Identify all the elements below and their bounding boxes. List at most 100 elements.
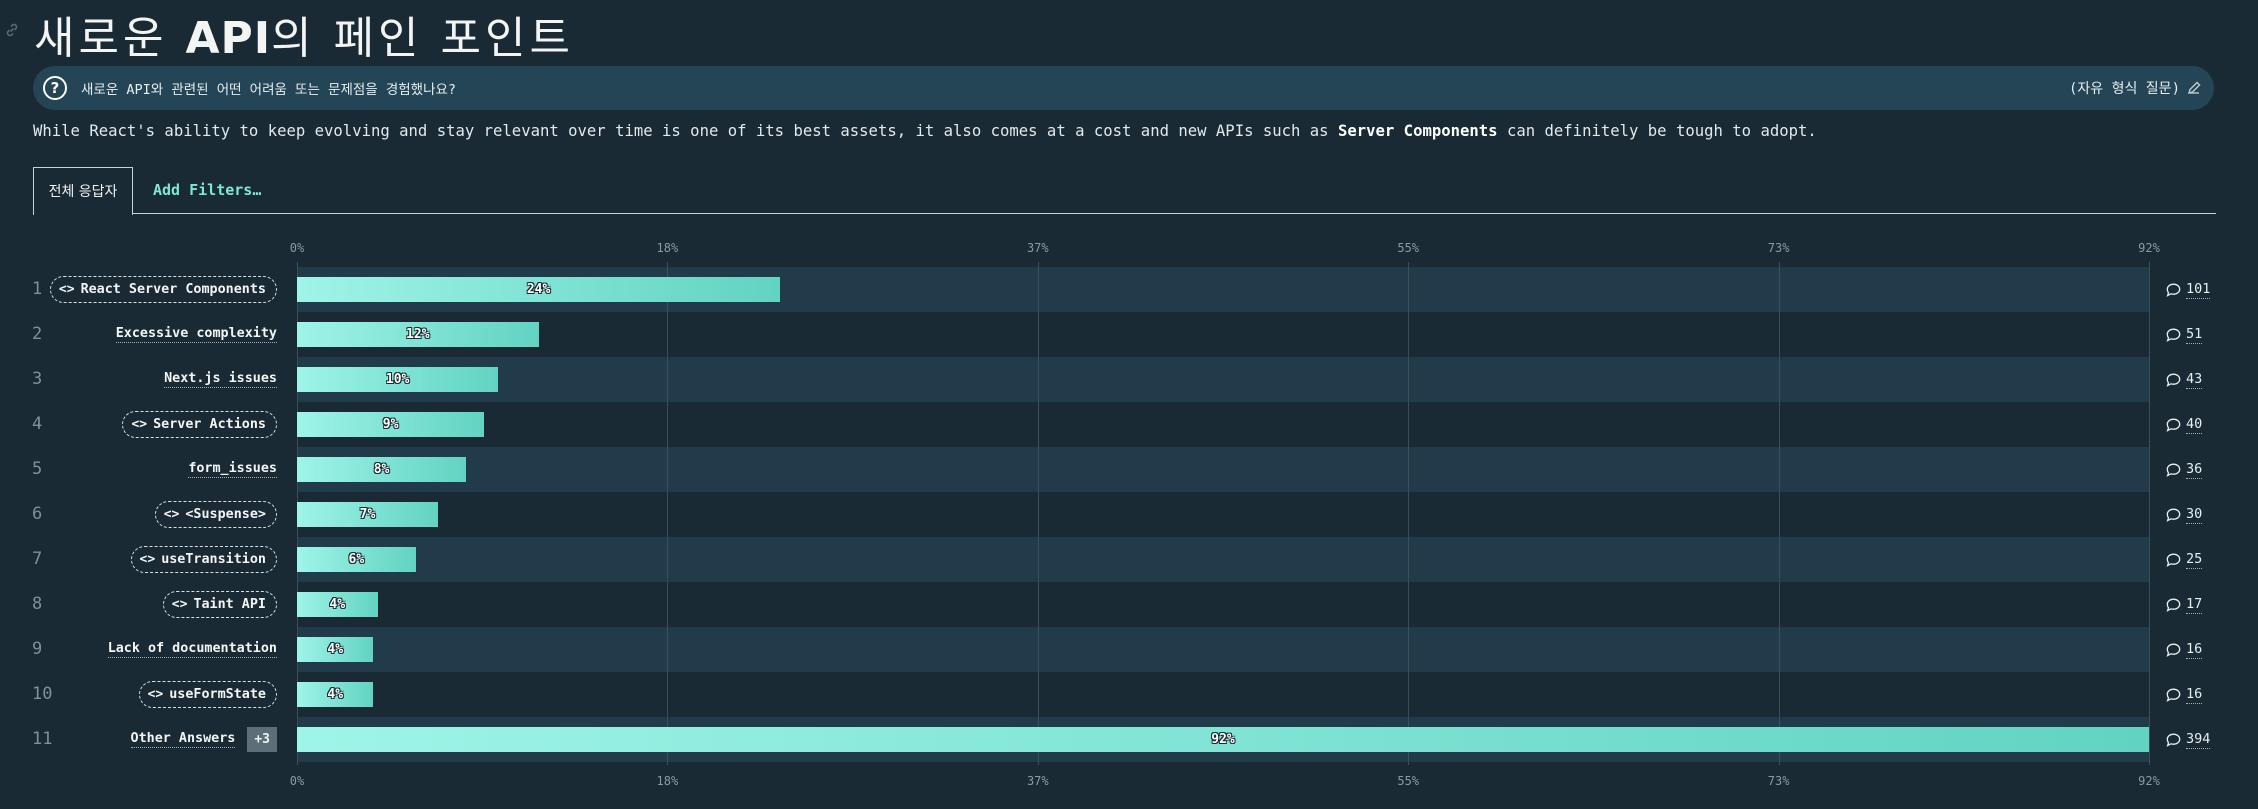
- bar[interactable]: 24%: [297, 277, 781, 302]
- feature-pill[interactable]: <> useFormState: [138, 681, 277, 708]
- bar[interactable]: 8%: [297, 457, 467, 482]
- row-rank: 10: [32, 683, 53, 704]
- feature-pill[interactable]: <> React Server Components: [49, 276, 277, 303]
- comment-icon: [2166, 328, 2181, 342]
- bar[interactable]: 92%: [297, 727, 2149, 752]
- add-filters-button[interactable]: Add Filters…: [153, 167, 261, 213]
- code-icon: <>: [163, 507, 180, 522]
- more-answers-badge[interactable]: +3: [247, 727, 277, 752]
- row-label[interactable]: Other Answers +3: [130, 725, 277, 755]
- gridline: [1408, 262, 1410, 765]
- row-label[interactable]: <> Taint API: [162, 590, 277, 620]
- answer-label[interactable]: Lack of documentation: [107, 641, 277, 658]
- code-icon: <>: [131, 417, 148, 432]
- pencil-icon[interactable]: [2186, 80, 2202, 96]
- question-left: ? 새로운 API와 관련된 어떤 어려움 또는 문제점을 경험했나요?: [43, 76, 456, 100]
- comment-count[interactable]: 36: [2166, 461, 2203, 479]
- comment-count[interactable]: 16: [2166, 641, 2203, 659]
- page-title: 새로운 API의 페인 포인트: [34, 2, 574, 66]
- filter-tabs: 전체 응답자 Add Filters…: [33, 167, 2216, 215]
- comment-count-value: 101: [2186, 280, 2211, 299]
- x-tick-label-top: 73%: [1767, 241, 1790, 255]
- feature-pill[interactable]: <> useTransition: [130, 546, 277, 573]
- bar[interactable]: 10%: [297, 367, 499, 392]
- comment-icon: [2166, 283, 2181, 297]
- comment-count-value: 25: [2186, 550, 2203, 569]
- tab-all-respondents[interactable]: 전체 응답자: [33, 167, 133, 215]
- bar[interactable]: 12%: [297, 322, 539, 347]
- row-rank: 3: [32, 368, 43, 389]
- row-label[interactable]: Next.js issues: [164, 365, 277, 395]
- description-text-end: can definitely be tough to adopt.: [1497, 122, 1817, 140]
- row-background: [297, 447, 2149, 492]
- question-bar: ? 새로운 API와 관련된 어떤 어려움 또는 문제점을 경험했나요? (자유…: [33, 66, 2214, 110]
- answer-label[interactable]: form_issues: [188, 461, 277, 478]
- feature-pill[interactable]: <> Server Actions: [122, 411, 277, 438]
- row-label[interactable]: <> useFormState: [138, 680, 277, 710]
- comment-count-value: 394: [2186, 730, 2211, 749]
- bar[interactable]: 9%: [297, 412, 485, 437]
- row-background: [297, 402, 2149, 447]
- x-tick-label-bottom: 92%: [2138, 774, 2160, 788]
- row-label[interactable]: <> <Suspense>: [154, 500, 277, 530]
- row-label[interactable]: <> Server Actions: [122, 410, 277, 440]
- feature-label: <Suspense>: [185, 507, 266, 522]
- x-tick-label-bottom: 37%: [1026, 774, 1049, 788]
- x-tick-label-top: 55%: [1397, 241, 1420, 255]
- link-icon[interactable]: [4, 22, 20, 38]
- comment-count-value: 17: [2186, 595, 2203, 614]
- row-rank: 7: [32, 548, 43, 569]
- row-background: [297, 492, 2149, 537]
- answer-label[interactable]: Next.js issues: [164, 371, 277, 388]
- row-background: [297, 357, 2149, 402]
- row-label[interactable]: Lack of documentation: [107, 635, 277, 665]
- feature-pill[interactable]: <> <Suspense>: [154, 501, 277, 528]
- gridline: [2149, 262, 2150, 765]
- answer-label[interactable]: Excessive complexity: [115, 326, 277, 343]
- comment-icon: [2166, 643, 2181, 657]
- row-label[interactable]: <> React Server Components: [49, 275, 277, 305]
- row-label[interactable]: form_issues: [188, 455, 277, 485]
- question-type[interactable]: (자유 형식 질문): [2069, 78, 2202, 98]
- comment-count[interactable]: 30: [2166, 505, 2203, 524]
- bar-value-label: 9%: [382, 417, 399, 432]
- comment-count[interactable]: 25: [2166, 550, 2203, 569]
- bar[interactable]: 4%: [297, 637, 374, 662]
- bar-value-label: 4%: [327, 687, 344, 702]
- comment-count-value: 51: [2186, 325, 2203, 344]
- bar-value-label: 6%: [348, 552, 365, 567]
- bar-value-label: 4%: [329, 597, 346, 612]
- bar[interactable]: 4%: [297, 682, 374, 707]
- row-rank: 11: [32, 728, 53, 749]
- bar[interactable]: 6%: [297, 547, 416, 572]
- bar-value-label: 10%: [385, 372, 410, 387]
- comment-count[interactable]: 43: [2166, 371, 2203, 389]
- comment-count[interactable]: 51: [2166, 325, 2203, 344]
- title-suffix: 의 페인 포인트: [271, 13, 574, 64]
- description-text: While React's ability to keep evolving a…: [33, 122, 1338, 140]
- row-label[interactable]: Excessive complexity: [115, 320, 277, 350]
- comment-count[interactable]: 16: [2166, 686, 2203, 704]
- comment-count-value: 30: [2186, 505, 2203, 524]
- comment-count[interactable]: 40: [2166, 415, 2203, 434]
- row-label[interactable]: <> useTransition: [130, 545, 277, 575]
- answer-label[interactable]: Other Answers: [130, 731, 236, 748]
- row-background: [297, 627, 2149, 672]
- description: While React's ability to keep evolving a…: [33, 122, 1817, 140]
- feature-label: useTransition: [161, 552, 266, 567]
- comment-icon: [2166, 733, 2181, 747]
- bar-value-label: 92%: [1211, 732, 1235, 747]
- row-rank: 2: [32, 323, 43, 344]
- row-rank: 8: [32, 593, 43, 614]
- bar[interactable]: 7%: [297, 502, 438, 527]
- row-rank: 6: [32, 503, 43, 524]
- comment-count-value: 40: [2186, 415, 2203, 434]
- code-icon: <>: [147, 687, 164, 702]
- code-icon: <>: [139, 552, 156, 567]
- comment-count[interactable]: 101: [2166, 280, 2211, 299]
- comment-count[interactable]: 394: [2166, 730, 2211, 749]
- bar[interactable]: 4%: [297, 592, 378, 617]
- feature-pill[interactable]: <> Taint API: [162, 591, 277, 618]
- feature-label: Server Actions: [153, 417, 266, 432]
- comment-count[interactable]: 17: [2166, 595, 2203, 614]
